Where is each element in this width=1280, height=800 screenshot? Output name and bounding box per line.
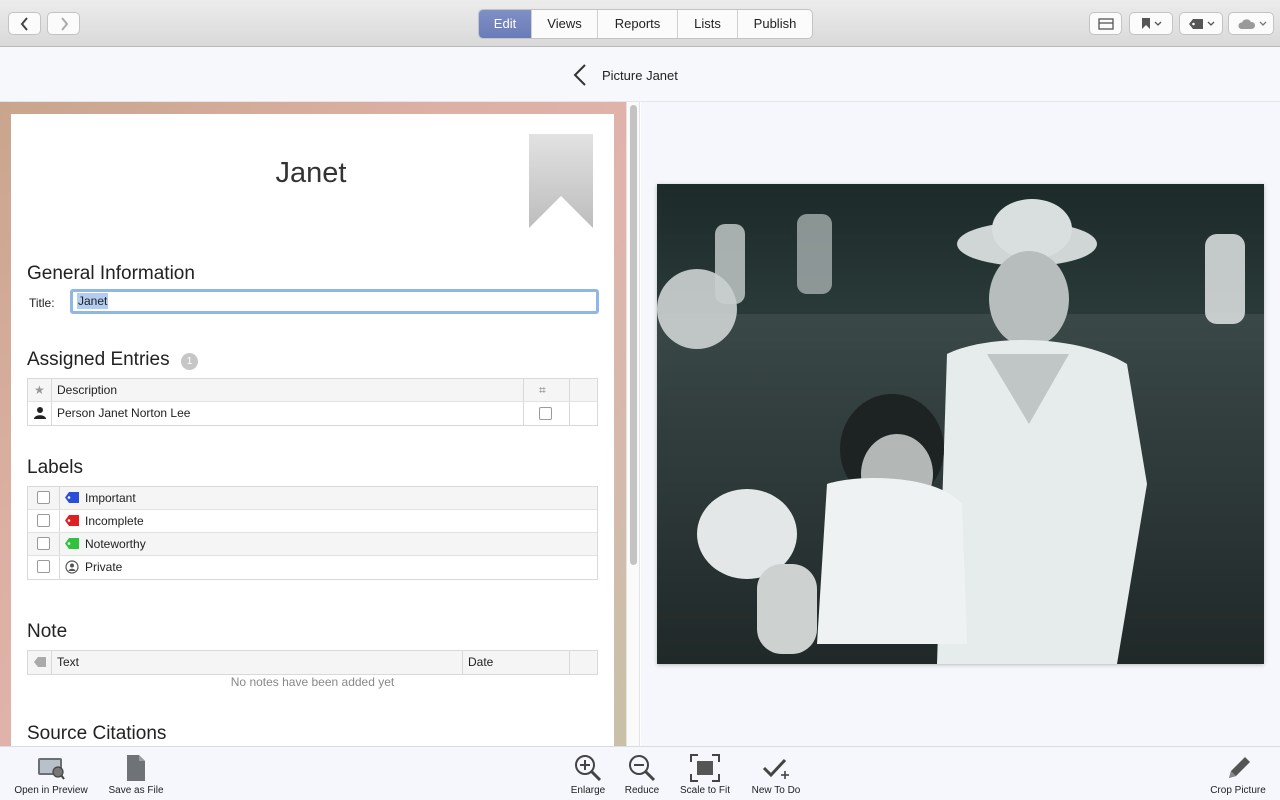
sources-heading: Source Citations xyxy=(27,723,167,744)
edit-pane: Janet General Information Title: Janet A… xyxy=(0,102,626,746)
label-name: Noteworthy xyxy=(85,537,146,551)
label-name: Incomplete xyxy=(85,514,144,528)
red-tag-icon xyxy=(65,515,79,526)
enlarge-label: Enlarge xyxy=(570,785,606,796)
green-tag-icon xyxy=(65,538,79,549)
back-chevron-icon[interactable] xyxy=(570,63,590,87)
back-button[interactable] xyxy=(8,12,41,35)
chevron-left-icon xyxy=(20,16,28,31)
scale-fit-label: Scale to Fit xyxy=(679,785,731,796)
title-label: Title: xyxy=(29,296,55,310)
label-name: Private xyxy=(85,560,123,574)
label-row-important[interactable]: Important xyxy=(28,487,597,510)
tab-reports[interactable]: Reports xyxy=(598,10,678,38)
column-date[interactable]: Date xyxy=(468,651,493,673)
label-row-noteworthy[interactable]: Noteworthy xyxy=(28,533,597,556)
open-preview-label: Open in Preview xyxy=(14,785,88,796)
cloud-menu-button[interactable] xyxy=(1228,12,1274,35)
edit-card: Janet General Information Title: Janet A… xyxy=(11,114,614,746)
bottom-toolbar: Open in Preview Save as File Enlarge Red… xyxy=(0,746,1280,800)
column-description[interactable]: Description xyxy=(57,379,117,401)
tab-edit[interactable]: Edit xyxy=(479,10,532,38)
scale-to-fit-icon xyxy=(690,754,720,782)
toolbar: Edit Views Reports Lists Publish xyxy=(0,0,1280,47)
table-header-row: ★ Description ⌗ xyxy=(28,379,597,402)
tag-icon xyxy=(1188,18,1203,29)
tag-menu-button[interactable] xyxy=(1179,12,1223,35)
page-title: Picture Janet xyxy=(602,68,678,83)
vertical-scrollbar[interactable] xyxy=(626,102,640,746)
blue-tag-icon xyxy=(65,492,79,503)
private-icon xyxy=(65,560,79,574)
save-file-button[interactable]: Save as File xyxy=(104,753,168,796)
person-icon xyxy=(34,407,46,419)
table-header-row: Text Date xyxy=(28,651,597,674)
chevron-down-icon xyxy=(1207,21,1214,26)
open-preview-button[interactable]: Open in Preview xyxy=(8,753,94,796)
new-todo-button[interactable]: New To Do xyxy=(746,753,806,796)
labels-table: Important Incomplete Noteworthy Private xyxy=(27,486,598,580)
photo-graphic xyxy=(657,184,1264,664)
column-hash[interactable]: ⌗ xyxy=(539,379,546,401)
save-file-label: Save as File xyxy=(108,785,164,796)
table-row[interactable]: Person Janet Norton Lee xyxy=(28,402,597,425)
enlarge-button[interactable]: Enlarge xyxy=(566,753,610,796)
bookmark-icon xyxy=(1141,18,1150,29)
general-heading: General Information xyxy=(27,263,195,284)
label-name: Important xyxy=(85,491,136,505)
label-checkbox[interactable] xyxy=(37,491,50,504)
label-checkbox[interactable] xyxy=(37,560,50,573)
star-icon: ★ xyxy=(34,383,45,397)
note-heading: Note xyxy=(27,621,68,642)
pencil-icon xyxy=(1229,757,1250,778)
assigned-heading: Assigned Entries xyxy=(27,349,170,370)
chevron-right-icon xyxy=(60,16,68,31)
note-table: Text Date xyxy=(27,650,598,675)
label-row-incomplete[interactable]: Incomplete xyxy=(28,510,597,533)
empty-notes-message: No notes have been added yet xyxy=(230,675,395,689)
entry-description: Person Janet Norton Lee xyxy=(57,406,191,420)
label-checkbox[interactable] xyxy=(37,537,50,550)
tag-icon xyxy=(34,657,46,667)
chevron-down-icon xyxy=(1259,21,1266,26)
reduce-label: Reduce xyxy=(624,785,660,796)
label-row-private[interactable]: Private xyxy=(28,556,597,579)
zoom-in-icon xyxy=(575,755,602,782)
sidebar-icon xyxy=(1097,17,1114,30)
person-name: Janet xyxy=(275,157,347,189)
cloud-icon xyxy=(1237,18,1255,29)
crop-picture-label: Crop Picture xyxy=(1210,785,1266,796)
assigned-table: ★ Description ⌗ Person Janet Norton Lee xyxy=(27,378,598,426)
photo-image[interactable] xyxy=(657,184,1264,664)
title-field[interactable]: Janet xyxy=(70,289,599,314)
tab-publish[interactable]: Publish xyxy=(738,10,812,38)
tab-views[interactable]: Views xyxy=(532,10,598,38)
scrollbar-thumb[interactable] xyxy=(630,105,637,565)
column-text[interactable]: Text xyxy=(57,651,79,673)
assigned-count-badge: 1 xyxy=(181,353,198,370)
picture-pane xyxy=(641,102,1280,746)
preview-icon xyxy=(38,758,65,780)
sidebar-toggle-button[interactable] xyxy=(1089,12,1122,35)
main-tabs: Edit Views Reports Lists Publish xyxy=(478,9,813,39)
chevron-down-icon xyxy=(1154,21,1161,26)
tab-lists[interactable]: Lists xyxy=(678,10,738,38)
bookmark-menu-button[interactable] xyxy=(1129,12,1173,35)
labels-heading: Labels xyxy=(27,457,83,478)
document-icon xyxy=(127,755,145,781)
entry-checkbox[interactable] xyxy=(539,407,552,420)
forward-button[interactable] xyxy=(47,12,80,35)
crop-picture-button[interactable]: Crop Picture xyxy=(1204,753,1272,796)
detail-header: Picture Janet xyxy=(0,47,1280,102)
zoom-out-icon xyxy=(629,755,656,782)
title-value: Janet xyxy=(77,293,109,309)
new-todo-label: New To Do xyxy=(751,785,801,796)
reduce-button[interactable]: Reduce xyxy=(620,753,664,796)
checkmark-plus-icon xyxy=(762,758,789,779)
label-checkbox[interactable] xyxy=(37,514,50,527)
scale-fit-button[interactable]: Scale to Fit xyxy=(674,753,736,796)
